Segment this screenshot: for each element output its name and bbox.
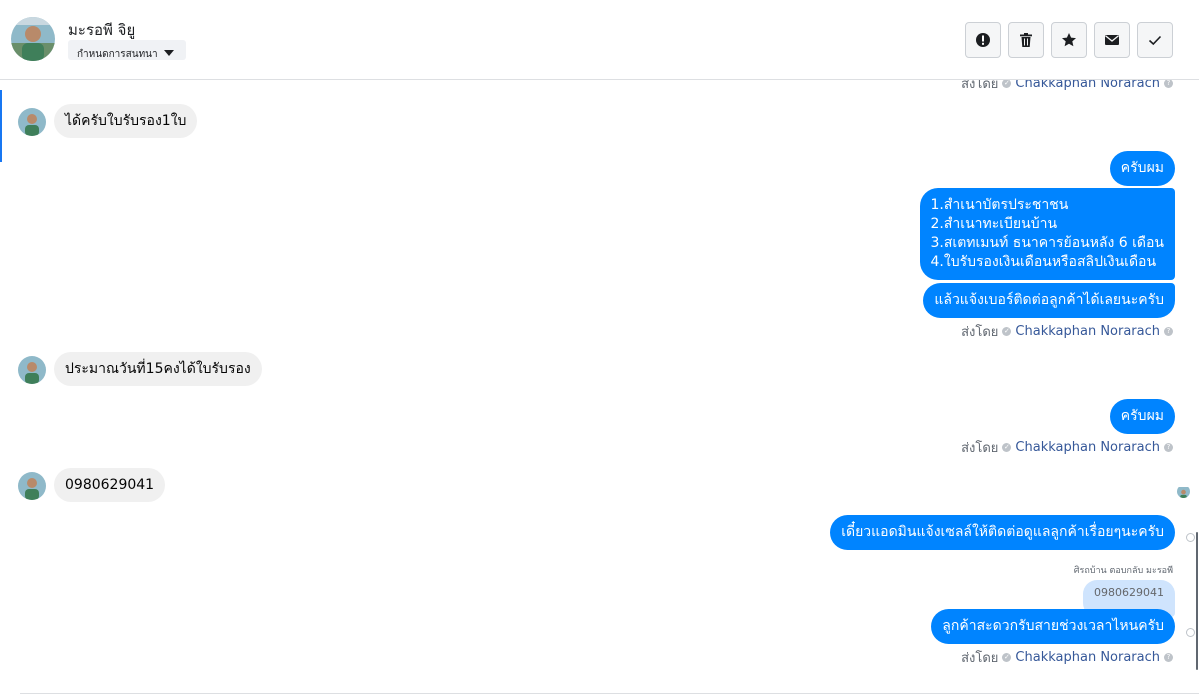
sent-by-prefix: ส่งโดย [961, 651, 999, 666]
star-icon [1062, 33, 1076, 47]
envelope-icon [1105, 35, 1119, 45]
mark-spam-button[interactable] [965, 22, 1001, 58]
sent-by-prefix: ส่งโดย [961, 325, 999, 340]
conversation-header: มะรอพี จิยู กำหนดการสนทนา [0, 0, 1199, 80]
sent-by-label: ส่งโดย ✓ Chakkaphan Norarach ? [961, 80, 1173, 94]
trash-icon [1020, 33, 1032, 47]
tag-dropdown-label: กำหนดการสนทนา [77, 49, 158, 60]
scrollbar[interactable] [1196, 532, 1198, 670]
outgoing-message[interactable]: ครับผม [1109, 151, 1175, 186]
check-icon [1148, 35, 1162, 46]
list-item: 1.สำเนาบัตรประชาชน [930, 197, 1069, 213]
avatar[interactable] [18, 472, 46, 500]
delete-button[interactable] [1008, 22, 1044, 58]
agent-name-link[interactable]: Chakkaphan Norarach [1015, 440, 1160, 455]
help-icon: ? [1164, 653, 1173, 662]
avatar[interactable] [18, 108, 46, 136]
alert-circle-icon [976, 33, 990, 47]
agent-name-link[interactable]: Chakkaphan Norarach [1015, 80, 1160, 91]
agent-name-link[interactable]: Chakkaphan Norarach [1015, 650, 1160, 665]
help-icon: ? [1164, 443, 1173, 452]
delivered-status-icon [1186, 533, 1195, 542]
message-thread: ส่งโดย ✓ Chakkaphan Norarach ? ได้ครับใบ… [0, 80, 1199, 695]
verified-icon: ✓ [1002, 443, 1012, 452]
composer-divider [20, 693, 1199, 694]
avatar[interactable] [18, 356, 46, 384]
agent-name-link[interactable]: Chakkaphan Norarach [1015, 324, 1160, 339]
delivered-status-icon [1186, 628, 1195, 637]
conversation-tag-dropdown[interactable]: กำหนดการสนทนา [68, 40, 186, 60]
sent-by-label: ส่งโดย ✓ Chakkaphan Norarach ? [961, 437, 1173, 458]
sent-by-prefix: ส่งโดย [961, 441, 999, 456]
contact-photo-icon [11, 17, 55, 61]
sent-by-prefix: ส่งโดย [961, 80, 999, 92]
outgoing-message[interactable]: เดี๋ยวแอดมินแจ้งเซลล์ให้ติดต่อดูแลลูกค้า… [830, 515, 1175, 550]
sent-by-label: ส่งโดย ✓ Chakkaphan Norarach ? [961, 321, 1173, 342]
mark-done-button[interactable] [1137, 22, 1173, 58]
incoming-message[interactable]: ได้ครับใบรับรอง1ใบ [54, 104, 198, 138]
help-icon: ? [1164, 80, 1173, 88]
list-item: 3.สเตทเมนท์ ธนาคารย้อนหลัง 6 เดือน [930, 235, 1164, 251]
contact-name[interactable]: มะรอพี จิยู [68, 18, 135, 42]
verified-icon: ✓ [1002, 80, 1012, 88]
incoming-message[interactable]: ประมาณวันที่15คงได้ใบรับรอง [54, 352, 262, 386]
caret-down-icon [163, 50, 174, 56]
help-icon: ? [1164, 327, 1173, 336]
sent-by-label: ส่งโดย ✓ Chakkaphan Norarach ? [961, 647, 1173, 668]
outgoing-message[interactable]: ครับผม [1109, 399, 1175, 434]
mark-unread-button[interactable] [1094, 22, 1130, 58]
contact-avatar[interactable] [11, 17, 55, 61]
outgoing-message-list[interactable]: 1.สำเนาบัตรประชาชน 2.สำเนาทะเบียนบ้าน 3.… [919, 188, 1175, 280]
star-button[interactable] [1051, 22, 1087, 58]
seen-avatar [1177, 485, 1190, 498]
list-item: 4.ใบรับรองเงินเดือนหรือสลิปเงินเดือน [930, 254, 1157, 270]
list-item: 2.สำเนาทะเบียนบ้าน [930, 216, 1058, 232]
reply-label: ศิรถบ้าน ตอบกลับ มะรอพี [1073, 566, 1173, 576]
verified-icon: ✓ [1002, 653, 1012, 662]
selection-accent [0, 90, 2, 162]
outgoing-message[interactable]: แล้วแจ้งเบอร์ติดต่อลูกค้าได้เลยนะครับ [923, 283, 1175, 318]
outgoing-message[interactable]: ลูกค้าสะดวกรับสายช่วงเวลาไหนครับ [931, 609, 1175, 644]
incoming-message[interactable]: 0980629041 [54, 468, 166, 502]
verified-icon: ✓ [1002, 327, 1012, 336]
